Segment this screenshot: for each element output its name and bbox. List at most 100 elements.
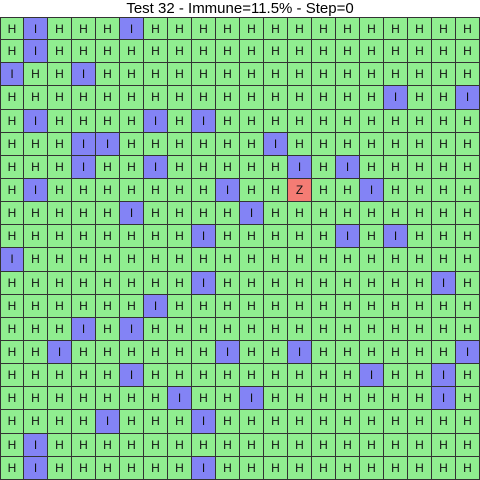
- human-cell: H: [72, 410, 96, 434]
- human-cell: H: [24, 132, 48, 156]
- human-cell: H: [72, 456, 96, 480]
- human-cell: H: [144, 40, 168, 64]
- human-cell: H: [48, 364, 72, 388]
- immune-cell: I: [0, 63, 24, 87]
- human-cell: H: [216, 225, 240, 249]
- immune-cell: I: [192, 456, 216, 480]
- human-cell: H: [432, 63, 456, 87]
- human-cell: H: [48, 248, 72, 272]
- immune-cell: I: [192, 271, 216, 295]
- immune-cell: I: [264, 132, 288, 156]
- human-cell: H: [336, 63, 360, 87]
- human-cell: H: [96, 155, 120, 179]
- immune-cell: I: [336, 225, 360, 249]
- human-cell: H: [312, 294, 336, 318]
- human-cell: H: [288, 40, 312, 64]
- human-cell: H: [288, 86, 312, 110]
- human-cell: H: [288, 456, 312, 480]
- human-cell: H: [0, 155, 24, 179]
- human-cell: H: [192, 63, 216, 87]
- human-cell: H: [192, 340, 216, 365]
- human-cell: H: [168, 248, 192, 272]
- human-cell: H: [432, 109, 456, 133]
- human-cell: H: [240, 40, 264, 64]
- human-cell: H: [432, 17, 456, 41]
- human-cell: H: [72, 86, 96, 110]
- human-cell: H: [432, 410, 456, 434]
- human-cell: H: [312, 317, 336, 341]
- human-cell: H: [264, 456, 288, 480]
- human-cell: H: [288, 132, 312, 156]
- human-cell: H: [264, 271, 288, 295]
- human-cell: H: [360, 202, 384, 226]
- human-cell: H: [456, 433, 480, 457]
- immune-cell: I: [24, 40, 48, 64]
- human-cell: H: [312, 364, 336, 388]
- human-cell: H: [360, 132, 384, 156]
- human-cell: H: [120, 387, 144, 411]
- human-cell: H: [216, 271, 240, 295]
- human-cell: H: [96, 109, 120, 133]
- human-cell: H: [0, 132, 24, 156]
- human-cell: H: [168, 456, 192, 480]
- immune-cell: I: [96, 410, 120, 434]
- human-cell: H: [408, 364, 432, 388]
- human-cell: H: [312, 248, 336, 272]
- human-cell: H: [216, 433, 240, 457]
- human-cell: H: [432, 248, 456, 272]
- human-cell: H: [264, 86, 288, 110]
- human-cell: H: [216, 456, 240, 480]
- human-cell: H: [192, 40, 216, 64]
- human-cell: H: [264, 387, 288, 411]
- human-cell: H: [24, 340, 48, 365]
- human-cell: H: [312, 433, 336, 457]
- human-cell: H: [288, 225, 312, 249]
- human-cell: H: [168, 340, 192, 365]
- human-cell: H: [72, 109, 96, 133]
- human-cell: H: [96, 40, 120, 64]
- human-cell: H: [120, 155, 144, 179]
- human-cell: H: [456, 40, 480, 64]
- human-cell: H: [240, 317, 264, 341]
- human-cell: H: [240, 294, 264, 318]
- human-cell: H: [360, 109, 384, 133]
- human-cell: H: [312, 271, 336, 295]
- human-cell: H: [384, 17, 408, 41]
- human-cell: H: [0, 225, 24, 249]
- human-cell: H: [432, 317, 456, 341]
- human-cell: H: [264, 225, 288, 249]
- human-cell: H: [264, 17, 288, 41]
- human-cell: H: [240, 433, 264, 457]
- human-cell: H: [48, 433, 72, 457]
- human-cell: H: [384, 248, 408, 272]
- immune-cell: I: [360, 178, 384, 203]
- human-cell: H: [96, 202, 120, 226]
- human-cell: H: [312, 63, 336, 87]
- human-cell: H: [336, 109, 360, 133]
- human-cell: H: [192, 248, 216, 272]
- human-cell: H: [408, 178, 432, 203]
- human-cell: H: [120, 456, 144, 480]
- human-cell: H: [336, 364, 360, 388]
- human-cell: H: [360, 340, 384, 365]
- immune-cell: I: [336, 155, 360, 179]
- human-cell: H: [288, 63, 312, 87]
- human-cell: H: [408, 387, 432, 411]
- human-cell: H: [192, 387, 216, 411]
- human-cell: H: [432, 340, 456, 365]
- human-cell: H: [48, 202, 72, 226]
- human-cell: H: [240, 340, 264, 365]
- human-cell: H: [48, 109, 72, 133]
- immune-cell: I: [240, 387, 264, 411]
- human-cell: H: [336, 387, 360, 411]
- human-cell: H: [384, 271, 408, 295]
- human-cell: H: [432, 178, 456, 203]
- human-cell: H: [96, 86, 120, 110]
- immune-cell: I: [144, 155, 168, 179]
- human-cell: H: [384, 410, 408, 434]
- human-cell: H: [72, 340, 96, 365]
- human-cell: H: [48, 387, 72, 411]
- human-cell: H: [312, 155, 336, 179]
- human-cell: H: [0, 433, 24, 457]
- human-cell: H: [336, 410, 360, 434]
